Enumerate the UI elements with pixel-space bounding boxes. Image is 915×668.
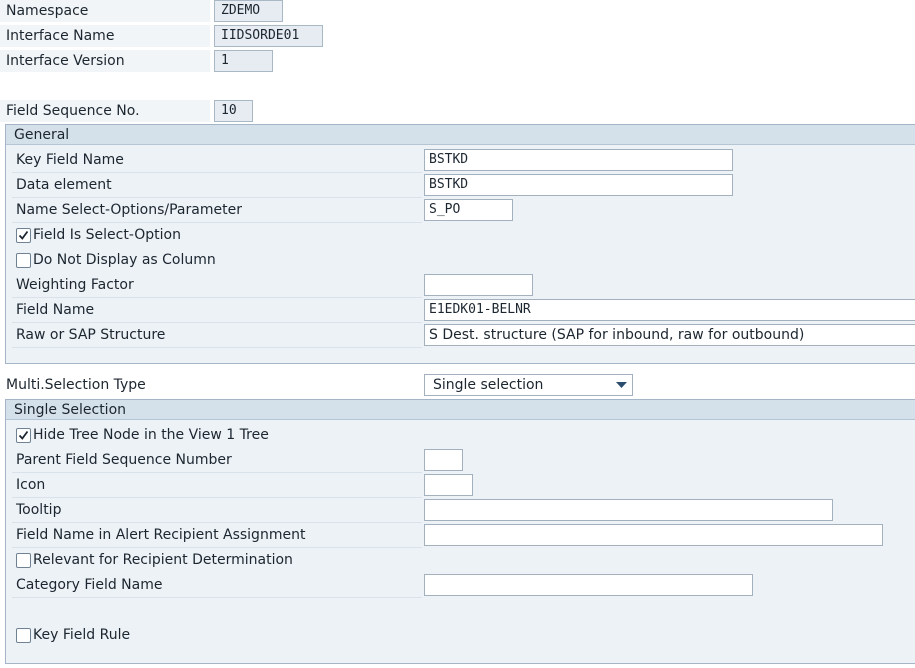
field-name-label: Field Name: [16, 302, 95, 318]
relevant-recipient-label: Relevant for Recipient Determination: [33, 552, 293, 568]
data-element-label: Data element: [16, 177, 112, 193]
weighting-factor-input[interactable]: [424, 274, 533, 296]
data-element-input[interactable]: BSTKD: [424, 174, 733, 196]
row-divider: [12, 322, 422, 323]
tooltip-input[interactable]: [424, 499, 833, 521]
general-group-title: General: [6, 125, 915, 145]
field-name-input[interactable]: E1EDK01-BELNR: [424, 299, 915, 321]
icon-label: Icon: [16, 477, 46, 493]
do-not-display-label: Do Not Display as Column: [33, 252, 216, 268]
row-divider: [12, 547, 422, 548]
row-divider: [12, 197, 422, 198]
parent-field-sequence-label: Parent Field Sequence Number: [16, 452, 232, 468]
name-select-options-label: Name Select-Options/Parameter: [16, 202, 242, 218]
alert-recipient-field-input[interactable]: [424, 524, 883, 546]
interface-name-label: Interface Name: [6, 28, 115, 44]
row-divider: [12, 172, 422, 173]
row-divider: [12, 597, 422, 598]
relevant-recipient-checkbox[interactable]: [16, 553, 31, 568]
row-divider: [12, 347, 422, 348]
dropdown-arrow-icon: [616, 382, 627, 388]
hide-tree-node-label: Hide Tree Node in the View 1 Tree: [33, 427, 269, 443]
multi-selection-type-value: Single selection: [433, 377, 544, 393]
name-select-options-input[interactable]: S_PO: [424, 199, 513, 221]
field-is-select-option-checkbox[interactable]: [16, 228, 31, 243]
parent-field-sequence-input[interactable]: [424, 449, 463, 471]
tooltip-label: Tooltip: [16, 502, 62, 518]
alert-recipient-field-label: Field Name in Alert Recipient Assignment: [16, 527, 306, 543]
checkmark-icon: [18, 230, 29, 240]
weighting-factor-label: Weighting Factor: [16, 277, 134, 293]
multi-selection-type-dropdown[interactable]: Single selection: [424, 374, 633, 396]
namespace-field[interactable]: ZDEMO: [214, 0, 283, 22]
key-field-rule-checkbox[interactable]: [16, 628, 31, 643]
interface-version-label: Interface Version: [6, 53, 125, 69]
raw-or-sap-structure-field[interactable]: S Dest. structure (SAP for inbound, raw …: [424, 324, 915, 346]
interface-name-field[interactable]: IIDSORDE01: [214, 25, 323, 47]
row-divider: [12, 297, 422, 298]
do-not-display-checkbox[interactable]: [16, 253, 31, 268]
single-selection-group-title: Single Selection: [6, 400, 915, 420]
checkmark-icon: [18, 430, 29, 440]
field-sequence-field[interactable]: 10: [214, 100, 253, 122]
field-is-select-option-label: Field Is Select-Option: [33, 227, 181, 243]
category-field-name-label: Category Field Name: [16, 577, 163, 593]
row-divider: [12, 522, 422, 523]
row-divider: [12, 472, 422, 473]
raw-or-sap-structure-label: Raw or SAP Structure: [16, 327, 166, 343]
hide-tree-node-checkbox[interactable]: [16, 428, 31, 443]
key-field-name-label: Key Field Name: [16, 152, 124, 168]
key-field-rule-label: Key Field Rule: [33, 627, 131, 643]
field-sequence-label: Field Sequence No.: [6, 103, 140, 119]
category-field-name-input[interactable]: [424, 574, 753, 596]
multi-selection-type-label: Multi.Selection Type: [6, 377, 146, 393]
key-field-name-input[interactable]: BSTKD: [424, 149, 733, 171]
namespace-label: Namespace: [6, 3, 89, 19]
row-divider: [12, 222, 422, 223]
interface-version-field[interactable]: 1: [214, 50, 273, 72]
icon-input[interactable]: [424, 474, 473, 496]
row-divider: [12, 497, 422, 498]
